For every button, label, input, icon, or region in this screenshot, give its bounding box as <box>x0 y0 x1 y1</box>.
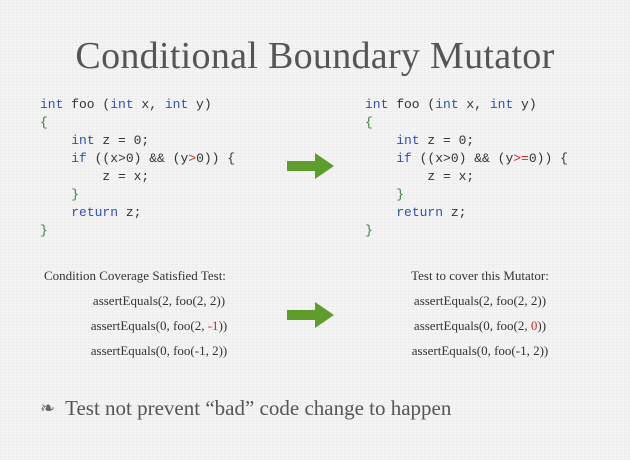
code-line: } <box>365 222 568 240</box>
code-text: x, <box>458 97 490 112</box>
comparison-operator: > <box>188 151 197 166</box>
code-text: y) <box>188 97 212 112</box>
code-line: if ((x>0) && (y>0)) { <box>40 150 235 168</box>
mutator-tests: Test to cover this Mutator: assertEquals… <box>380 268 580 363</box>
code-line: int foo (int x, int y) <box>365 96 568 114</box>
assertion-text: assertEquals(0, foo(2, <box>413 318 531 333</box>
code-text: z = x; <box>40 169 150 184</box>
test-assertion: assertEquals(0, foo(-1, 2)) <box>90 343 228 358</box>
code-text: 0)) { <box>528 151 568 166</box>
code-text: z = 0; <box>94 133 150 148</box>
test-assertion: assertEquals(2, foo(2, 2)) <box>413 293 547 308</box>
code-line: int foo (int x, int y) <box>40 96 235 114</box>
highlighted-argument: -1 <box>207 318 219 333</box>
code-keyword: int <box>40 97 64 112</box>
code-keyword: int <box>110 97 134 112</box>
floral-heart-bullet-icon: ❧ <box>40 398 56 419</box>
test-assertion: assertEquals(0, foo(2, -1)) <box>44 313 274 338</box>
code-text: y) <box>513 97 537 112</box>
code-keyword: return <box>396 205 444 220</box>
code-text: z; <box>118 205 142 220</box>
code-line: { <box>365 114 568 132</box>
code-text: foo ( <box>388 97 436 112</box>
code-line: } <box>365 186 568 204</box>
code-line: z = x; <box>365 168 568 186</box>
code-keyword: return <box>71 205 119 220</box>
code-keyword: if <box>396 151 412 166</box>
tests-heading: Condition Coverage Satisfied Test: <box>44 268 226 283</box>
mutated-operator: >= <box>513 151 529 166</box>
original-tests: Condition Coverage Satisfied Test: asser… <box>44 268 274 363</box>
code-line: return z; <box>365 204 568 222</box>
code-text: z = 0; <box>419 133 475 148</box>
test-assertion: assertEquals(0, foo(-1, 2)) <box>411 343 549 358</box>
test-assertion: assertEquals(2, foo(2, 2)) <box>92 293 226 308</box>
code-keyword: int <box>365 97 389 112</box>
bullet-point: ❧ Test not prevent “bad” code change to … <box>40 396 451 421</box>
code-line: if ((x>0) && (y>=0)) { <box>365 150 568 168</box>
code-keyword: int <box>164 97 189 112</box>
code-text: z; <box>443 205 467 220</box>
code-brace: } <box>365 223 373 238</box>
code-text: foo ( <box>63 97 111 112</box>
code-line: return z; <box>40 204 235 222</box>
code-brace: } <box>396 187 405 202</box>
code-keyword: int <box>71 133 95 148</box>
code-line: } <box>40 222 235 240</box>
code-brace: } <box>71 187 80 202</box>
code-keyword: int <box>396 133 420 148</box>
bullet-text: Test not prevent “bad” code change to ha… <box>65 396 452 420</box>
code-line: } <box>40 186 235 204</box>
code-brace: { <box>40 115 48 130</box>
code-text: ((x>0) && (y <box>411 151 514 166</box>
tests-heading: Test to cover this Mutator: <box>411 268 549 283</box>
assertion-text: )) <box>537 318 547 333</box>
code-line: z = x; <box>40 168 235 186</box>
test-assertion: assertEquals(0, foo(2, 0)) <box>380 313 580 338</box>
code-text: x, <box>133 97 165 112</box>
assertion-text: assertEquals(0, foo(2, <box>90 318 208 333</box>
mutated-code-block: int foo (int x, int y) { int z = 0; if (… <box>365 96 568 240</box>
right-arrow-icon <box>287 302 334 328</box>
code-text: ((x>0) && (y <box>86 151 189 166</box>
code-line: int z = 0; <box>40 132 235 150</box>
code-brace: } <box>40 223 48 238</box>
slide-title: Conditional Boundary Mutator <box>75 35 555 77</box>
code-keyword: int <box>489 97 514 112</box>
code-text: z = x; <box>365 169 475 184</box>
code-line: int z = 0; <box>365 132 568 150</box>
code-text: 0)) { <box>196 151 236 166</box>
code-line: { <box>40 114 235 132</box>
code-keyword: if <box>71 151 87 166</box>
code-brace: { <box>365 115 373 130</box>
code-keyword: int <box>435 97 459 112</box>
assertion-text: )) <box>218 318 228 333</box>
original-code-block: int foo (int x, int y) { int z = 0; if (… <box>40 96 235 240</box>
right-arrow-icon <box>287 153 334 179</box>
